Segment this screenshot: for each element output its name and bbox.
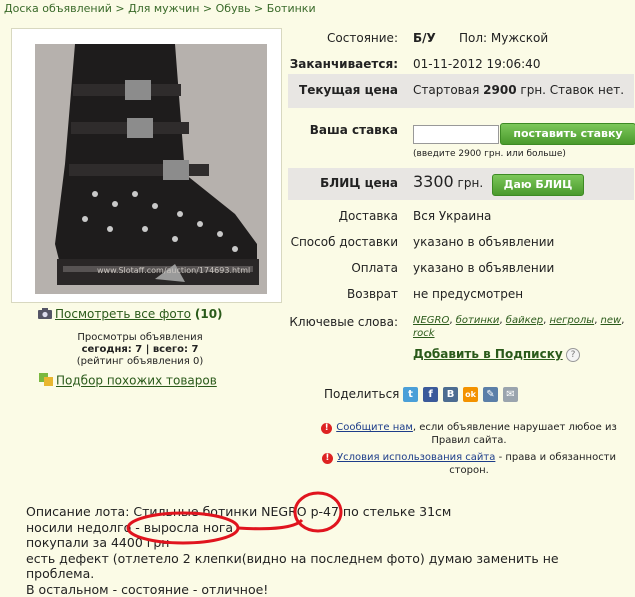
camera-icon	[38, 308, 52, 322]
stats-rating: (рейтинг объявления 0)	[40, 356, 240, 368]
main-photo-frame: www.Slotaff.com/auction/174693.html	[11, 28, 282, 303]
payment-value: указано в объявлении	[413, 261, 554, 275]
keywords-list: NEGRO, ботинки, байкер, негролы, new, ro…	[413, 314, 628, 340]
keywords-label: Ключевые слова:	[289, 315, 398, 329]
keyword-tag[interactable]: new	[601, 315, 622, 326]
facebook-icon[interactable]: f	[423, 387, 438, 402]
description-line: покупали за 4400 грн	[26, 535, 626, 551]
report-text-2: Правил сайта.	[306, 434, 632, 447]
add-subscription-link[interactable]: Добавить в Подписку	[413, 347, 563, 361]
livejournal-icon[interactable]: ✎	[483, 387, 498, 402]
condition-label: Состояние:	[327, 31, 398, 45]
keyword-tag[interactable]: NEGRO	[413, 315, 449, 326]
similar-items[interactable]: Подбор похожих товаров	[39, 373, 217, 389]
gender-value: Пол: Мужской	[459, 31, 548, 45]
delivery-method-value: указано в объявлении	[413, 235, 554, 249]
ends-label: Заканчивается:	[290, 57, 398, 71]
report-notice: ! Сообщите нам, если объявление нарушает …	[306, 421, 632, 477]
price-label: Текущая цена	[299, 83, 398, 97]
blitz-price: 3300 грн.	[413, 172, 483, 191]
ends-value: 01-11-2012 19:06:40	[413, 57, 540, 71]
warning-icon: !	[322, 453, 333, 464]
terms-text-2: сторон.	[306, 464, 632, 477]
vkontakte-icon[interactable]: B	[443, 387, 458, 402]
view-all-photos-link[interactable]: Посмотреть все фото	[55, 307, 191, 321]
delivery-method-label: Способ доставки	[291, 235, 398, 249]
report-link[interactable]: Сообщите нам	[336, 422, 413, 433]
help-icon[interactable]: ?	[566, 348, 580, 362]
warning-icon: !	[321, 423, 332, 434]
twitter-icon[interactable]: t	[403, 387, 418, 402]
keyword-tag[interactable]: ботинки	[456, 315, 500, 326]
breadcrumb[interactable]: Доска объявлений > Для мужчин > Обувь > …	[4, 2, 316, 15]
blitz-label: БЛИЦ цена	[320, 176, 398, 190]
terms-text: - права и обязанности	[495, 452, 616, 463]
blitz-value: 3300	[413, 172, 454, 191]
keyword-tag[interactable]: байкер	[506, 315, 543, 326]
price-suffix: грн. Ставок нет.	[520, 83, 624, 97]
email-icon[interactable]: ✉	[503, 387, 518, 402]
view-all-photos[interactable]: Посмотреть все фото (10)	[38, 307, 223, 322]
stats-counts: сегодня: 7 | всего: 7	[40, 344, 240, 356]
price-prefix: Стартовая	[413, 83, 479, 97]
report-text: , если объявление нарушает любое из	[413, 422, 617, 433]
terms-link[interactable]: Условия использования сайта	[337, 452, 495, 463]
similar-items-icon	[39, 373, 53, 389]
photo-count: (10)	[195, 307, 223, 321]
boot-image	[35, 44, 267, 294]
similar-items-link[interactable]: Подбор похожих товаров	[56, 374, 217, 388]
description-line: Описание лота: Стильные ботинки NEGRO р-…	[26, 504, 626, 520]
blitz-currency: грн.	[458, 176, 484, 190]
description-line: носили недолго - выросла нога	[26, 520, 626, 536]
bid-label: Ваша ставка	[310, 123, 398, 137]
description-line: В остальном - состояние - отличное!	[26, 582, 626, 597]
price-text: Стартовая 2900 грн. Ставок нет.	[413, 83, 624, 97]
delivery-value: Вся Украина	[413, 209, 491, 223]
keyword-tag[interactable]: rock	[413, 328, 435, 339]
delivery-label: Доставка	[339, 209, 398, 223]
odnoklassniki-icon[interactable]: ok	[463, 387, 478, 402]
share-label: Поделиться	[324, 387, 399, 401]
keyword-tag[interactable]: негролы	[549, 315, 594, 326]
condition-value: Б/У	[413, 31, 436, 45]
bid-hint: (введите 2900 грн. или больше)	[413, 149, 566, 159]
blitz-buy-button[interactable]: Даю БЛИЦ	[492, 174, 584, 196]
lot-description: Описание лота: Стильные ботинки NEGRO р-…	[26, 504, 626, 597]
return-label: Возврат	[347, 287, 398, 301]
boot-photo[interactable]: www.Slotaff.com/auction/174693.html	[35, 44, 267, 294]
bid-input[interactable]	[413, 125, 499, 144]
payment-label: Оплата	[351, 261, 398, 275]
photo-watermark: www.Slotaff.com/auction/174693.html	[97, 266, 250, 275]
stats-title: Просмотры объявления	[40, 332, 240, 344]
place-bid-button[interactable]: поставить ставку	[500, 123, 635, 145]
view-stats: Просмотры объявления сегодня: 7 | всего:…	[40, 332, 240, 368]
price-value: 2900	[483, 83, 516, 97]
return-value: не предусмотрен	[413, 287, 523, 301]
